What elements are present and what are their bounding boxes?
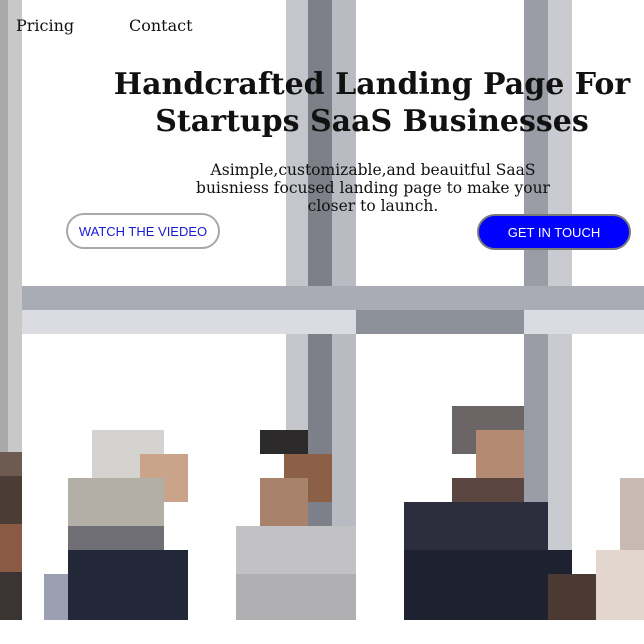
nav-link-contact[interactable]: Contact [129,16,193,35]
watch-video-button[interactable]: WATCH THE VIEDEO [66,213,220,249]
hero-title: Handcrafted Landing Page For Startups Sa… [113,67,631,139]
hero-subtitle: Asimple,customizable,and beauitful SaaS … [196,161,550,215]
nav-link-pricing[interactable]: Pricing [16,16,74,35]
get-in-touch-button[interactable]: GET IN TOUCH [477,214,631,250]
